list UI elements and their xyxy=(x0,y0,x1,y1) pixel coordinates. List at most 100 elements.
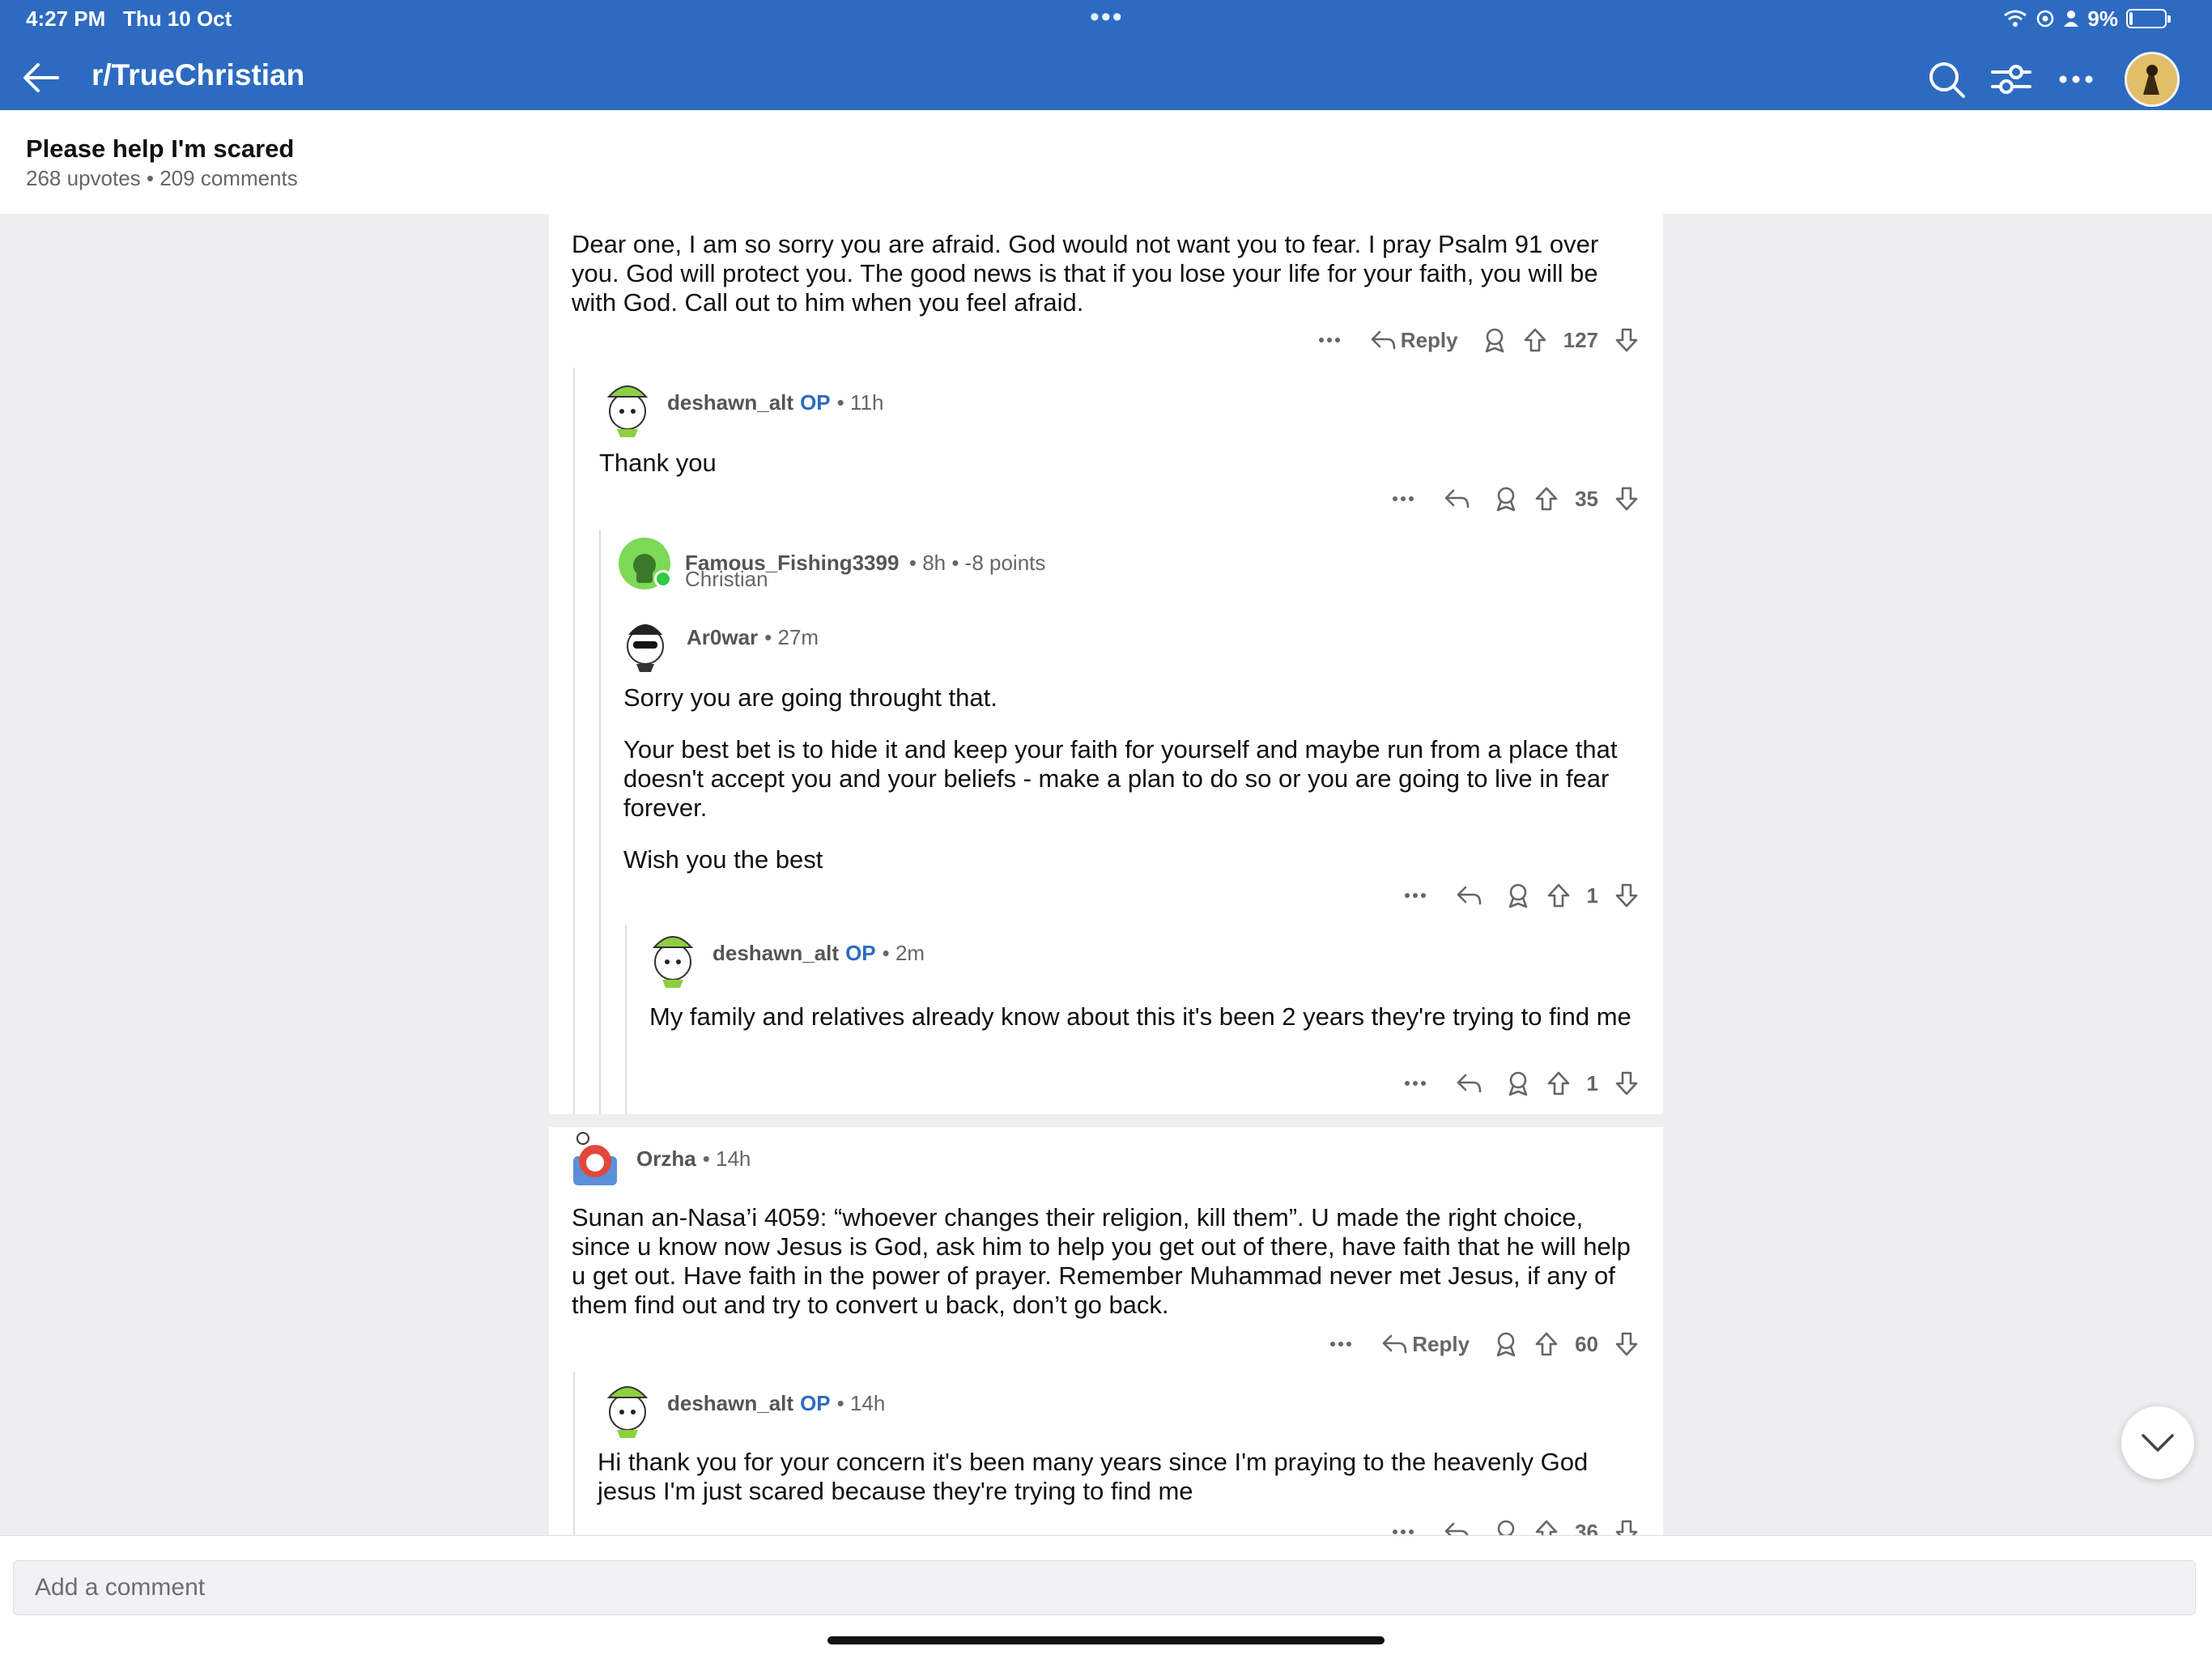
username[interactable]: deshawn_alt xyxy=(667,1391,793,1416)
avatar-image-icon xyxy=(2127,54,2177,104)
post-meta: 268 upvotes • 209 comments xyxy=(26,166,298,190)
post-header: Please help I'm scared 268 upvotes • 209… xyxy=(0,110,2212,214)
comment-header: Orzha • 14h xyxy=(568,1132,751,1185)
online-status-dot xyxy=(654,570,672,588)
op-badge: OP xyxy=(800,1390,831,1415)
next-comment-button[interactable] xyxy=(2121,1406,2194,1479)
comment-body: My family and relatives already know abo… xyxy=(649,1002,1631,1031)
award-button[interactable] xyxy=(1482,327,1507,353)
reply-button[interactable] xyxy=(1456,884,1482,907)
subreddit-title[interactable]: r/TrueChristian xyxy=(91,58,304,92)
award-icon xyxy=(1508,1071,1527,1096)
battery-level xyxy=(2129,12,2133,25)
downvote-button[interactable] xyxy=(1614,1070,1639,1096)
upvote-icon xyxy=(1535,1332,1558,1356)
award-button[interactable] xyxy=(1506,883,1530,908)
username[interactable]: deshawn_alt xyxy=(667,390,793,415)
top-bar: 4:27 PM Thu 10 Oct ••• 9% r/TrueChristia… xyxy=(0,0,2212,110)
vote-score: 1 xyxy=(1586,1070,1598,1095)
snoo-avatar-icon xyxy=(627,624,664,672)
more-button[interactable] xyxy=(1404,892,1427,899)
filter-button[interactable] xyxy=(1987,55,2035,104)
comment-actions: 35 xyxy=(1392,481,1639,517)
more-button[interactable] xyxy=(1329,1341,1352,1347)
downvote-button[interactable] xyxy=(1614,883,1639,908)
thread-line[interactable] xyxy=(573,368,575,1114)
multitask-dots[interactable]: ••• xyxy=(1090,2,1124,33)
more-button[interactable] xyxy=(1392,496,1414,502)
comment-meta: • 11h xyxy=(836,389,884,415)
downvote-icon xyxy=(1615,1071,1638,1095)
reply-button[interactable] xyxy=(1456,1072,1482,1095)
reply-button[interactable] xyxy=(1444,487,1470,510)
award-icon xyxy=(1508,883,1527,908)
award-button[interactable] xyxy=(1506,1070,1530,1096)
vote-score: 35 xyxy=(1575,486,1598,511)
upvote-button[interactable] xyxy=(1546,883,1571,908)
chevron-down-icon xyxy=(2142,1434,2174,1452)
status-time: 4:27 PM Thu 10 Oct xyxy=(26,6,232,31)
home-indicator[interactable] xyxy=(827,1636,1385,1644)
upvote-icon xyxy=(1547,883,1569,908)
downvote-icon xyxy=(1615,487,1638,511)
add-comment-input[interactable] xyxy=(13,1560,2196,1615)
username[interactable]: Orzha xyxy=(636,1146,696,1172)
username[interactable]: deshawn_alt xyxy=(713,941,839,966)
snoo-avatar-icon xyxy=(606,385,649,437)
status-indicators: 9% xyxy=(2003,5,2171,32)
avatar[interactable] xyxy=(644,926,698,988)
comment-body: Sunan an-Nasa’i 4059: “whoever changes t… xyxy=(572,1203,1631,1319)
avatar[interactable] xyxy=(619,538,672,589)
person-icon xyxy=(2064,11,2079,27)
user-flair: Christian xyxy=(685,567,768,591)
upvote-button[interactable] xyxy=(1534,1331,1559,1357)
search-button[interactable] xyxy=(1922,55,1971,104)
more-button[interactable] xyxy=(1404,1080,1427,1087)
back-button[interactable] xyxy=(16,53,65,102)
vote-score: 60 xyxy=(1575,1331,1598,1356)
comment-actions: Reply 60 xyxy=(1329,1326,1639,1362)
award-button[interactable] xyxy=(1494,1331,1518,1357)
snoo-avatar-icon xyxy=(652,936,694,988)
upvote-button[interactable] xyxy=(1546,1070,1571,1096)
username[interactable]: Ar0war xyxy=(687,625,758,650)
avatar[interactable] xyxy=(619,610,672,672)
more-icon xyxy=(1404,1081,1426,1086)
downvote-button[interactable] xyxy=(1614,1331,1639,1357)
more-options-button[interactable] xyxy=(2052,55,2100,104)
award-button[interactable] xyxy=(1494,486,1518,512)
thread-line[interactable] xyxy=(599,530,601,1114)
upvote-icon xyxy=(1535,487,1558,511)
more-icon xyxy=(1393,496,1414,501)
award-icon xyxy=(1496,487,1516,512)
comment-actions: 1 xyxy=(1404,878,1639,913)
post-title[interactable]: Please help I'm scared xyxy=(26,134,294,164)
more-icon xyxy=(1318,338,1340,342)
comment-body: Sorry you are going throught that. Your … xyxy=(623,683,1618,874)
reply-icon xyxy=(1444,489,1470,508)
avatar[interactable] xyxy=(599,376,653,437)
reply-icon xyxy=(1371,330,1396,350)
award-icon xyxy=(1485,328,1504,353)
downvote-button[interactable] xyxy=(1614,486,1639,512)
downvote-icon xyxy=(1615,1332,1638,1356)
reply-button[interactable]: Reply xyxy=(1370,328,1458,353)
upvote-button[interactable] xyxy=(1534,486,1559,512)
reply-button[interactable]: Reply xyxy=(1381,1332,1470,1357)
op-badge: OP xyxy=(845,940,876,965)
avatar[interactable] xyxy=(568,1132,622,1185)
downvote-button[interactable] xyxy=(1614,327,1639,353)
reply-icon xyxy=(1457,886,1481,905)
snoo-avatar-icon xyxy=(573,1132,617,1185)
op-badge: OP xyxy=(800,389,831,415)
more-button[interactable] xyxy=(1392,1529,1414,1535)
battery-icon xyxy=(2126,9,2171,28)
upvote-button[interactable] xyxy=(1523,327,1547,353)
comment-meta: • 2m xyxy=(882,940,925,965)
snoo-avatar-icon xyxy=(606,1386,649,1438)
more-button[interactable] xyxy=(1318,337,1341,343)
thread-line[interactable] xyxy=(625,925,627,1114)
user-avatar[interactable] xyxy=(2125,52,2180,107)
thread-line[interactable] xyxy=(573,1372,575,1538)
avatar[interactable] xyxy=(599,1376,653,1438)
